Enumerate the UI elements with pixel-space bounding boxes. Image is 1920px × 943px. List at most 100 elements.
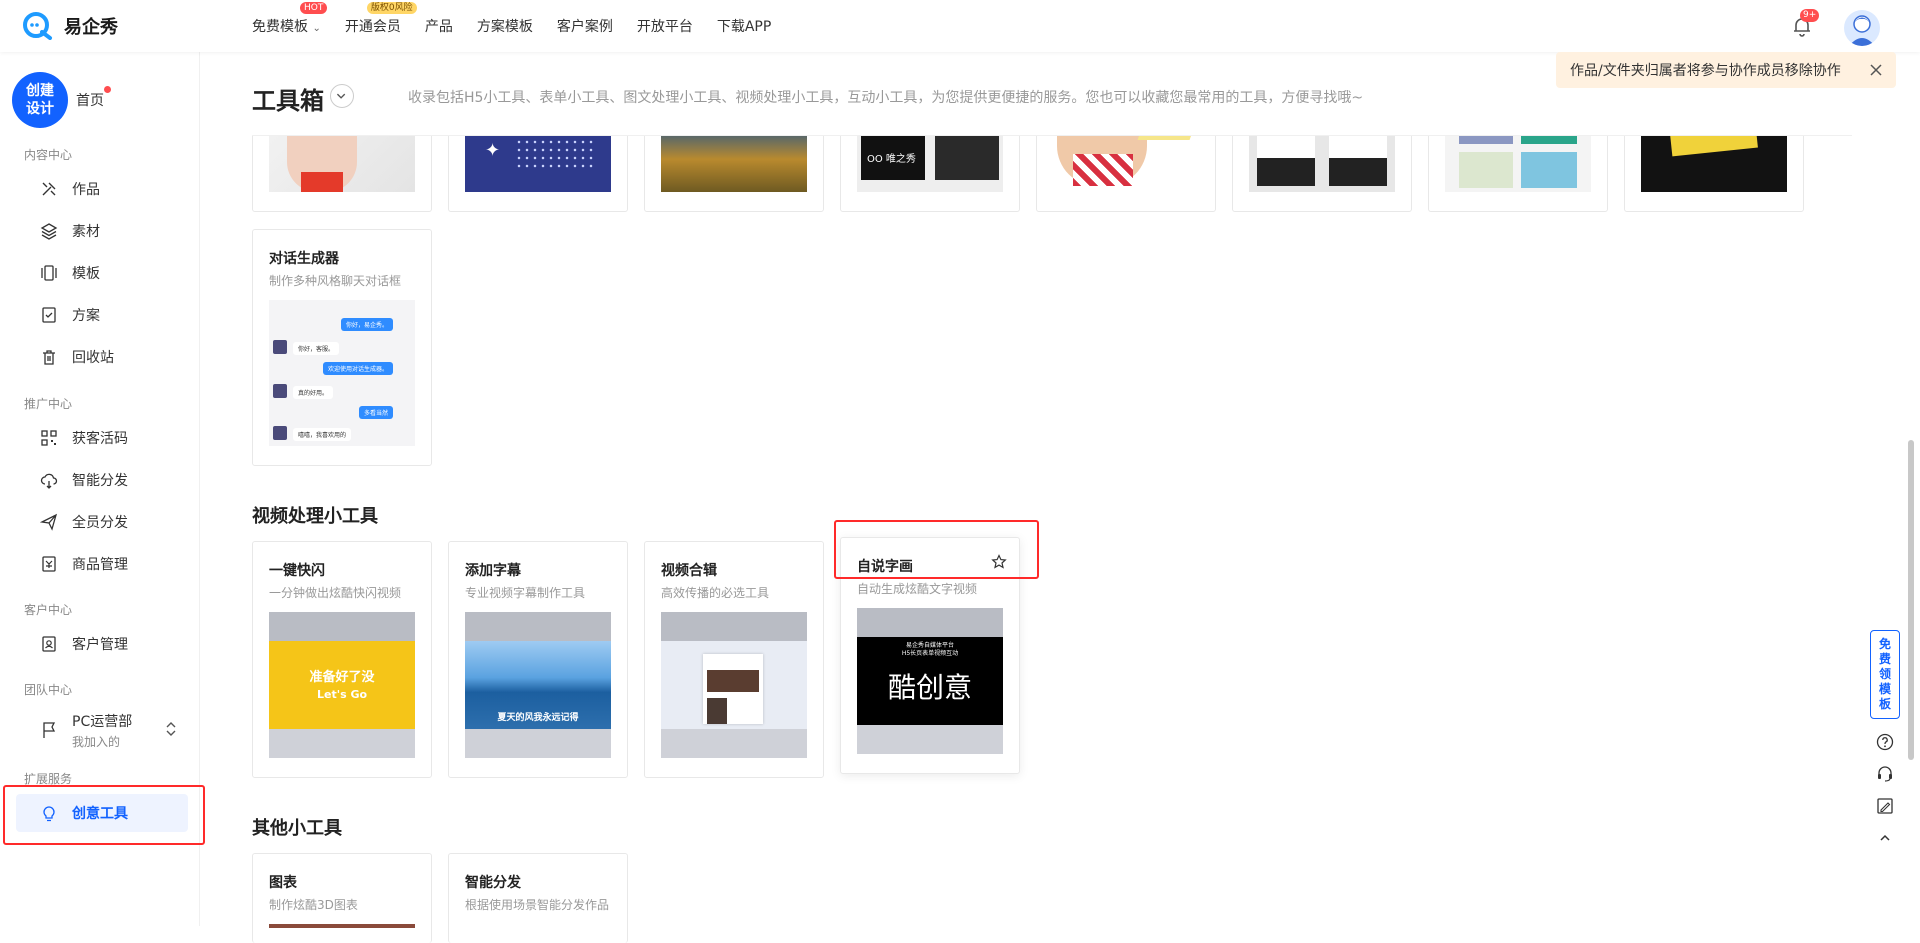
back-to-top-icon[interactable] xyxy=(1876,829,1894,847)
page-description: 收录包括H5小工具、表单小工具、图文处理小工具、视频处理小工具，互动小工具，为您… xyxy=(408,90,1364,106)
tool-card-flash-video[interactable]: 一键快闪 一分钟做出炫酷快闪视频 准备好了没 Let's Go xyxy=(252,541,432,778)
chevron-up-down-icon[interactable] xyxy=(164,720,178,738)
thumbnail: 夏天的风我永远记得 xyxy=(465,612,611,758)
chat-bubble: 嘻嘻，我喜欢用的 xyxy=(293,428,352,441)
group-content-center: 内容中心 xyxy=(24,148,73,162)
sidebar-item-label: 作品 xyxy=(72,182,100,198)
section-title-other: 其他小工具 xyxy=(252,818,342,839)
trash-icon xyxy=(43,350,55,365)
sidebar-item-label: 客户管理 xyxy=(72,637,128,653)
sidebar-item-label: 创意工具 xyxy=(72,806,128,822)
card-description: 一分钟做出炫酷快闪视频 xyxy=(269,586,402,600)
sidebar-item-templates[interactable]: 模板 xyxy=(16,254,188,292)
tool-card-smart-distribution[interactable]: 智能分发 根据使用场景智能分发作品 xyxy=(448,853,628,943)
tool-card-dialog-generator[interactable]: 对话生成器 制作多种风格聊天对话框 你好，易企秀。 你好，客服。 欢迎使用对话生… xyxy=(252,229,432,466)
star-icon[interactable] xyxy=(991,554,1007,570)
sidebar-item-customer-management[interactable]: 客户管理 xyxy=(16,625,188,663)
chat-bubble: 多看当然 xyxy=(358,406,393,419)
chat-bubble: 你好，易企秀。 xyxy=(340,318,393,331)
thumbnail: 准备好了没 Let's Go xyxy=(269,612,415,758)
sidebar-item-label: 方案 xyxy=(72,308,100,324)
nav-open-platform[interactable]: 开放平台 xyxy=(637,16,693,36)
product-icon xyxy=(42,556,56,572)
sidebar-item-solutions[interactable]: 方案 xyxy=(16,296,188,334)
create-design-button[interactable]: 创建 设计 xyxy=(12,72,68,128)
nav-solution-templates[interactable]: 方案模板 xyxy=(477,16,533,36)
template-icon xyxy=(41,265,57,281)
tool-card-chart[interactable]: 图表 制作炫酷3D图表 xyxy=(252,853,432,943)
create-label: 创建 xyxy=(26,83,54,99)
sidebar-item-label: 获客活码 xyxy=(72,431,128,447)
card-description: 根据使用场景智能分发作品 xyxy=(465,898,610,912)
customer-service-icon[interactable] xyxy=(1876,765,1894,783)
collaboration-notice: 作品/文件夹归属者将参与协作成员移除协作 xyxy=(1556,52,1896,88)
sidebar-item-materials[interactable]: 素材 xyxy=(16,212,188,250)
feedback-icon[interactable] xyxy=(1876,797,1894,815)
tool-card-self-talking-text[interactable]: 自说字画 自动生成炫酷文字视频 易企秀自媒体平台 H5长页表单视频互动 酷创意 xyxy=(840,537,1020,774)
sidebar-item-lead-qrcode[interactable]: 获客活码 xyxy=(16,419,188,457)
card-title: 图表 xyxy=(269,875,297,891)
help-icon[interactable] xyxy=(1876,733,1894,751)
thumb-text: 准备好了没 xyxy=(309,670,375,685)
hot-badge: HOT xyxy=(300,2,328,14)
logo-icon xyxy=(23,12,52,40)
sidebar-item-home[interactable]: 首页 xyxy=(76,90,104,110)
flag-icon xyxy=(43,722,56,738)
qrcode-icon xyxy=(41,430,57,446)
app-name: 易企秀 xyxy=(64,17,118,38)
team-sub: 我加入的 xyxy=(72,734,121,749)
card-title: 自说字画 xyxy=(857,559,913,575)
card-title: 视频合辑 xyxy=(661,563,717,579)
create-label: 设计 xyxy=(26,101,54,117)
sidebar-item-label: 商品管理 xyxy=(72,557,128,573)
sidebar-item-team[interactable]: PC运营部 我加入的 xyxy=(16,706,188,754)
chevron-down-icon: ⌄ xyxy=(312,23,321,34)
group-promotion-center: 推广中心 xyxy=(24,397,73,411)
sidebar-item-works[interactable]: 作品 xyxy=(16,170,188,208)
nav-customer-cases[interactable]: 客户案例 xyxy=(557,16,613,36)
sidebar-item-smart-distribution[interactable]: 智能分发 xyxy=(16,461,188,499)
send-icon xyxy=(40,513,58,531)
group-customer-center: 客户中心 xyxy=(24,603,73,617)
chat-bubble: 真的好用。 xyxy=(293,386,334,399)
nav-download-app[interactable]: 下载APP xyxy=(717,16,771,36)
page-title: 工具箱 xyxy=(252,87,324,115)
sidebar-item-recycle-bin[interactable]: 回收站 xyxy=(16,338,188,376)
sidebar-item-all-staff-distribution[interactable]: 全员分发 xyxy=(16,503,188,541)
tool-card-add-subtitles[interactable]: 添加字幕 专业视频字幕制作工具 夏天的风我永远记得 xyxy=(448,541,628,778)
avatar[interactable] xyxy=(1844,10,1880,46)
card-title: 对话生成器 xyxy=(269,251,339,267)
card-description: 制作炫酷3D图表 xyxy=(269,898,358,912)
contact-icon xyxy=(42,636,56,652)
group-extension-services: 扩展服务 xyxy=(24,772,73,786)
user-avatar-icon xyxy=(1849,15,1875,46)
top-bar: 易企秀 免费模板 ⌄ HOT 开通会员 版权0风险 产品 方案模板 客户案例 开… xyxy=(0,0,1920,52)
thumb-text: 夏天的风我永远记得 xyxy=(497,713,579,723)
sidebar-item-creative-tools[interactable]: 创意工具 xyxy=(16,794,188,832)
thumbnail xyxy=(661,612,807,758)
cloud-share-icon xyxy=(40,473,58,489)
chat-bubble: 欢迎使用对话生成器。 xyxy=(322,362,393,375)
thumb-text: 酷创意 xyxy=(887,671,972,704)
sidebar-item-product-management[interactable]: 商品管理 xyxy=(16,545,188,583)
close-icon[interactable] xyxy=(1868,62,1884,78)
free-template-button[interactable]: 免费领模板 xyxy=(1870,630,1900,719)
page-scrollbar[interactable] xyxy=(1908,440,1914,760)
team-info: PC运营部 我加入的 xyxy=(72,711,132,750)
nav-membership[interactable]: 开通会员 版权0风险 xyxy=(345,2,417,36)
notification-count: 9+ xyxy=(1800,9,1820,22)
tool-card-video-compilation[interactable]: 视频合辑 高效传播的必选工具 xyxy=(644,541,824,778)
copyright-badge: 版权0风险 xyxy=(366,2,417,14)
nav-free-templates[interactable]: 免费模板 ⌄ HOT xyxy=(252,2,328,36)
app-logo[interactable]: 易企秀 xyxy=(22,12,118,40)
thumbnail: 你好，易企秀。 你好，客服。 欢迎使用对话生成器。 真的好用。 多看当然 嘻嘻，… xyxy=(269,300,415,446)
checklist-icon xyxy=(42,307,56,323)
thumbnail xyxy=(269,924,415,928)
nav-products[interactable]: 产品 xyxy=(425,16,453,36)
chevron-down-icon[interactable] xyxy=(330,84,354,108)
thumb-text: Let's Go xyxy=(316,688,368,701)
card-description: 制作多种风格聊天对话框 xyxy=(269,274,402,288)
layers-icon xyxy=(40,223,58,240)
sidebar-item-label: 智能分发 xyxy=(72,473,128,489)
brush-icon xyxy=(42,182,56,196)
